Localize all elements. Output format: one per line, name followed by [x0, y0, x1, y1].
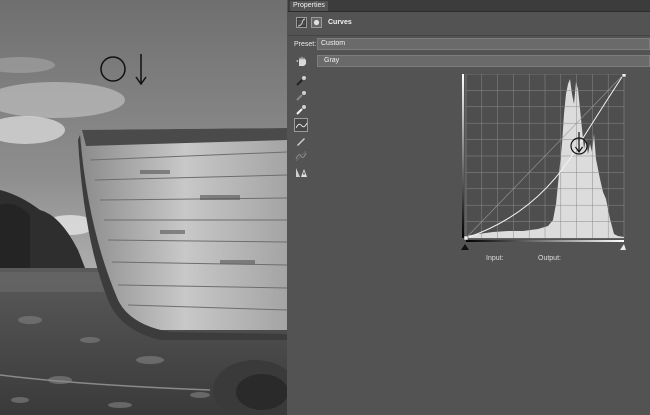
- clipping-warning-icon[interactable]: [294, 165, 308, 179]
- targeted-adjustment-hand-icon[interactable]: [296, 55, 308, 67]
- white-input-slider[interactable]: [620, 244, 626, 250]
- panel-tab-bar: Properties: [288, 0, 650, 12]
- curve-white-point[interactable]: [621, 74, 626, 78]
- channel-dropdown[interactable]: Gray: [317, 55, 650, 67]
- curves-adjustment-icon[interactable]: [296, 17, 307, 28]
- curves-graph[interactable]: [458, 74, 626, 250]
- adjustment-header: Curves: [288, 12, 650, 34]
- curve-black-point[interactable]: [463, 235, 469, 241]
- input-gradient-bar: [466, 240, 624, 242]
- tab-properties[interactable]: Properties: [290, 1, 328, 11]
- layer-mask-icon[interactable]: [311, 17, 322, 28]
- boat-photo: [0, 0, 287, 415]
- white-point-eyedropper-icon[interactable]: [294, 103, 308, 117]
- document-canvas[interactable]: [0, 0, 287, 415]
- gray-point-eyedropper-icon[interactable]: [294, 89, 308, 103]
- properties-panel: Properties Curves Preset: Custom Gray In…: [288, 0, 650, 415]
- preset-value: Custom: [321, 40, 346, 47]
- output-label: Output:: [538, 255, 561, 262]
- pencil-draw-icon[interactable]: [294, 134, 308, 148]
- black-input-slider[interactable]: [461, 244, 469, 250]
- channel-value: Gray: [324, 57, 340, 64]
- smooth-curve-icon[interactable]: [294, 149, 308, 163]
- preset-label: Preset:: [294, 41, 317, 48]
- black-point-eyedropper-icon[interactable]: [294, 74, 308, 88]
- adjustment-title: Curves: [328, 19, 352, 26]
- preset-dropdown[interactable]: Custom: [317, 38, 650, 50]
- input-label: Input:: [486, 255, 504, 262]
- edit-points-curve-icon[interactable]: [294, 118, 308, 132]
- header-divider: [288, 35, 650, 36]
- output-gradient-bar: [462, 74, 464, 238]
